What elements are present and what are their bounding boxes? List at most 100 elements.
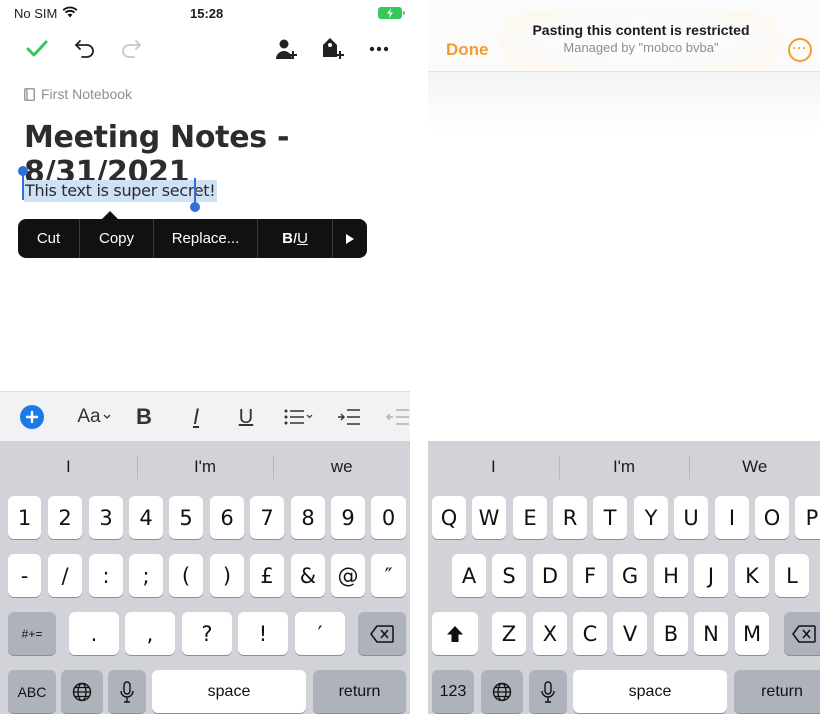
key-z[interactable]: Z [492, 612, 526, 655]
backspace-key[interactable] [358, 612, 406, 655]
globe-key[interactable] [61, 670, 103, 713]
key-j[interactable]: J [694, 554, 728, 597]
suggestion-item[interactable]: I [0, 441, 137, 493]
key-b[interactable]: B [654, 612, 688, 655]
key-3[interactable]: 3 [89, 496, 123, 539]
bold-button[interactable]: B [132, 402, 156, 432]
outdent-button[interactable] [386, 402, 410, 432]
key-u[interactable]: U [674, 496, 708, 539]
suggestion-item[interactable]: I'm [136, 441, 274, 493]
done-button[interactable]: Done [446, 40, 489, 60]
key-slash[interactable]: / [48, 554, 82, 597]
key-semicolon[interactable]: ; [129, 554, 163, 597]
key-a[interactable]: A [452, 554, 486, 597]
key-2[interactable]: 2 [48, 496, 82, 539]
selection-end-handle[interactable] [190, 178, 200, 212]
suggestion-item[interactable]: I'm [558, 441, 690, 493]
key-d[interactable]: D [533, 554, 567, 597]
key-ampersand[interactable]: & [291, 554, 325, 597]
key-l[interactable]: L [775, 554, 809, 597]
key-dash[interactable]: - [8, 554, 41, 597]
key-t[interactable]: T [593, 496, 627, 539]
notebook-breadcrumb[interactable]: First Notebook [24, 86, 132, 102]
key-m[interactable]: M [735, 612, 769, 655]
key-k[interactable]: K [735, 554, 769, 597]
cut-menu-item[interactable]: Cut [18, 219, 80, 258]
bullet-list-button[interactable] [282, 402, 316, 432]
suggestion-item[interactable]: I [428, 441, 559, 493]
key-o[interactable]: O [755, 496, 789, 539]
key-f[interactable]: F [573, 554, 607, 597]
key-exclamation[interactable]: ! [238, 612, 288, 655]
key-e[interactable]: E [513, 496, 547, 539]
done-check-button[interactable] [24, 36, 50, 62]
key-apostrophe[interactable]: ′ [295, 612, 345, 655]
share-user-button[interactable] [274, 36, 300, 62]
return-key[interactable]: return [313, 670, 406, 713]
key-5[interactable]: 5 [169, 496, 203, 539]
key-6[interactable]: 6 [210, 496, 244, 539]
italic-button[interactable]: I [184, 402, 208, 432]
format-biu-menu-item[interactable]: BIU [258, 219, 333, 258]
return-key[interactable]: return [734, 670, 820, 713]
space-key[interactable]: space [573, 670, 727, 713]
insert-plus-button[interactable] [18, 402, 46, 432]
key-c[interactable]: C [573, 612, 607, 655]
globe-icon [492, 682, 512, 701]
undo-icon [74, 40, 94, 58]
key-period[interactable]: . [69, 612, 119, 655]
add-tag-button[interactable] [320, 36, 346, 62]
key-i[interactable]: I [715, 496, 749, 539]
key-r[interactable]: R [553, 496, 587, 539]
dictation-key[interactable] [108, 670, 146, 713]
selected-note-text[interactable]: This text is super secret! [24, 180, 218, 202]
numbers-toggle-key[interactable]: 123 [432, 670, 474, 713]
abc-key[interactable]: ABC [8, 670, 56, 713]
key-w[interactable]: W [472, 496, 506, 539]
undo-button[interactable] [72, 36, 98, 62]
key-question[interactable]: ? [182, 612, 232, 655]
replace-menu-item[interactable]: Replace... [154, 219, 258, 258]
key-v[interactable]: V [613, 612, 647, 655]
key-4[interactable]: 4 [129, 496, 163, 539]
more-menu-arrow[interactable] [333, 219, 367, 258]
key-8[interactable]: 8 [291, 496, 325, 539]
key-close-paren[interactable]: ) [210, 554, 244, 597]
editor-toolbar [0, 32, 410, 66]
copy-menu-item[interactable]: Copy [80, 219, 154, 258]
key-p[interactable]: P [795, 496, 820, 539]
key-9[interactable]: 9 [331, 496, 365, 539]
key-colon[interactable]: : [89, 554, 123, 597]
selection-start-handle[interactable] [18, 166, 28, 200]
key-h[interactable]: H [654, 554, 688, 597]
more-options-button[interactable]: ··· [788, 38, 812, 62]
symbols-toggle-key[interactable]: #+= [8, 612, 56, 655]
key-pound[interactable]: £ [250, 554, 284, 597]
carrier-label: No SIM [14, 6, 58, 21]
key-at[interactable]: @ [331, 554, 365, 597]
key-7[interactable]: 7 [250, 496, 284, 539]
key-y[interactable]: Y [634, 496, 668, 539]
underline-button[interactable]: U [234, 402, 258, 432]
key-quote[interactable]: ″ [371, 554, 406, 597]
more-options-button[interactable] [366, 36, 392, 62]
key-x[interactable]: X [533, 612, 567, 655]
space-key[interactable]: space [152, 670, 306, 713]
key-comma[interactable]: , [125, 612, 175, 655]
key-n[interactable]: N [694, 612, 728, 655]
key-0[interactable]: 0 [371, 496, 406, 539]
suggestion-item[interactable]: We [689, 441, 820, 493]
indent-button[interactable] [336, 402, 362, 432]
key-q[interactable]: Q [432, 496, 466, 539]
key-s[interactable]: S [492, 554, 526, 597]
suggestion-item[interactable]: we [273, 441, 410, 493]
key-1[interactable]: 1 [8, 496, 41, 539]
shift-key[interactable] [432, 612, 478, 655]
dictation-key[interactable] [529, 670, 567, 713]
key-open-paren[interactable]: ( [169, 554, 203, 597]
backspace-key[interactable] [784, 612, 820, 655]
redo-button[interactable] [118, 36, 144, 62]
key-g[interactable]: G [613, 554, 647, 597]
globe-key[interactable] [481, 670, 523, 713]
font-size-button[interactable]: Aa [76, 402, 112, 432]
